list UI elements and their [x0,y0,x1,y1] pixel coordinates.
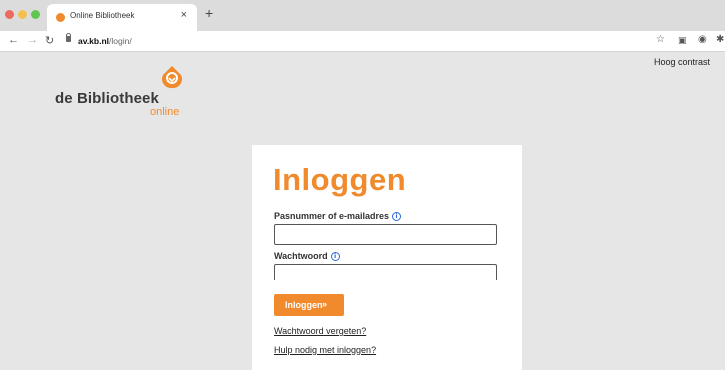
username-label-text: Pasnummer of e-mailadres [274,211,390,221]
username-label: Pasnummer of e-mailadres i [274,211,402,221]
reload-icon[interactable]: ↻ [45,34,54,47]
login-help-link[interactable]: Hulp nodig met inloggen? [274,345,376,355]
extension-icon[interactable]: ◉ [698,34,707,45]
tab-title: Online Bibliotheek [70,11,135,20]
field-clip [272,280,502,288]
logo-subtext: online [150,106,180,118]
address-bar[interactable]: av.kb.nl/login/ [78,36,132,46]
minimize-window-button[interactable] [18,10,27,19]
high-contrast-toggle[interactable]: Hoog contrast [654,57,710,67]
url-host: av.kb.nl [78,36,110,46]
star-icon[interactable]: ☆ [656,34,665,45]
forgot-password-link[interactable]: Wachtwoord vergeten? [274,326,366,336]
arrow-left-icon[interactable]: ← [8,34,19,46]
maximize-window-button[interactable] [31,10,40,19]
username-input[interactable] [274,224,497,245]
password-label: Wachtwoord i [274,251,340,261]
arrow-right-icon[interactable]: → [27,34,38,46]
logo-text: de Bibliotheek [55,90,159,107]
browser-toolbar: ← → ↻ av.kb.nl/login/ ☆ ▣ ◉ ✱ [0,31,725,52]
url-path: /login/ [109,36,132,46]
info-icon[interactable]: i [330,252,340,261]
tab-close-button[interactable]: × [181,9,187,21]
login-card: Inloggen Pasnummer of e-mailadres i Wacht… [252,145,522,370]
close-window-button[interactable] [5,10,14,19]
browser-tab[interactable]: Online Bibliotheek × [47,4,197,31]
lock-icon[interactable] [66,33,71,42]
puzzle-icon[interactable]: ✱ [716,34,724,45]
logo-mark-icon [162,66,182,89]
page-body: de Bibliotheek online Hoog contrast Inlo… [0,52,725,370]
new-tab-button[interactable]: + [205,5,213,21]
bibliotheek-logo[interactable]: de Bibliotheek online [52,65,192,118]
info-icon[interactable]: i [392,212,402,221]
login-button-label: Inloggen [285,300,323,310]
favicon-icon [56,13,65,22]
browser-tab-bar: Online Bibliotheek × + [0,0,725,31]
camera-icon[interactable]: ▣ [678,35,687,46]
login-button[interactable]: Inloggen» [274,294,344,316]
page-title: Inloggen [273,162,407,197]
arrow-right-icon: » [322,299,328,309]
password-label-text: Wachtwoord [274,251,328,261]
